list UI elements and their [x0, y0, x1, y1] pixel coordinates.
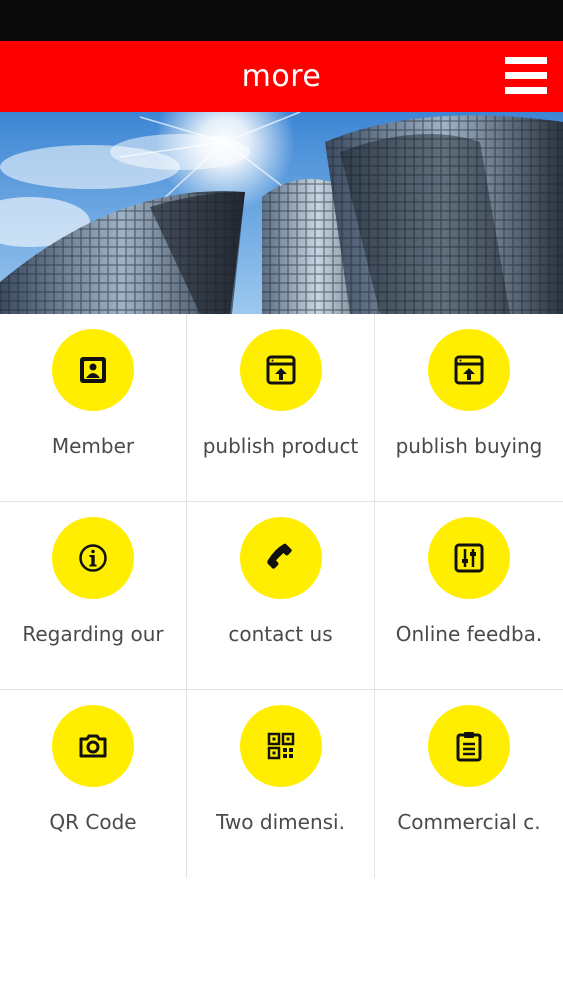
grid-item-label: QR Code: [49, 810, 137, 834]
grid-item-publish-product[interactable]: publish product: [187, 314, 375, 502]
app-header: more: [0, 41, 563, 112]
grid-item-label: publish buying: [395, 434, 543, 458]
grid-item-label: Two dimensi.: [216, 810, 345, 834]
icon-circle: [239, 517, 322, 599]
icon-circle: [52, 329, 134, 411]
upload-window-icon: [266, 355, 295, 385]
phone-icon: [266, 543, 292, 569]
member-card-icon: [80, 357, 106, 383]
icon-circle: [52, 517, 134, 599]
icon-circle: [52, 705, 134, 787]
grid-item-qr-code[interactable]: QR Code: [0, 690, 187, 878]
grid-item-commercial[interactable]: Commercial c.: [375, 690, 563, 878]
grid-item-label: contact us: [228, 622, 333, 646]
qr-code-icon: [267, 732, 294, 760]
grid-item-label: Online feedba.: [395, 622, 543, 646]
clipboard-icon: [456, 732, 482, 762]
menu-button[interactable]: [505, 56, 547, 96]
sliders-icon: [454, 543, 484, 573]
grid-item-member[interactable]: Member: [0, 314, 187, 502]
hamburger-menu-icon: [505, 57, 547, 64]
grid-item-publish-buying[interactable]: publish buying: [375, 314, 563, 502]
status-bar: [0, 0, 563, 41]
grid-item-online-feedback[interactable]: Online feedba.: [375, 502, 563, 690]
grid-item-label: publish product: [202, 434, 359, 458]
grid-item-label: Regarding our: [22, 622, 164, 646]
icon-circle: [428, 517, 510, 599]
grid-item-label: Member: [51, 434, 135, 458]
icon-circle: [428, 705, 510, 787]
grid-item-two-dimensional[interactable]: Two dimensi.: [187, 690, 375, 878]
page-title: more: [241, 59, 322, 94]
upload-window-icon: [454, 355, 484, 385]
camera-icon: [79, 734, 107, 758]
info-icon: [79, 544, 107, 572]
grid-item-regarding-our[interactable]: Regarding our: [0, 502, 187, 690]
banner-image: [0, 112, 563, 314]
icon-circle: [239, 329, 322, 411]
grid-item-label: Commercial c.: [397, 810, 541, 834]
icon-circle: [428, 329, 510, 411]
icon-circle: [239, 705, 322, 787]
grid-item-contact-us[interactable]: contact us: [187, 502, 375, 690]
menu-grid: Member publish product publish buying Re…: [0, 314, 563, 878]
